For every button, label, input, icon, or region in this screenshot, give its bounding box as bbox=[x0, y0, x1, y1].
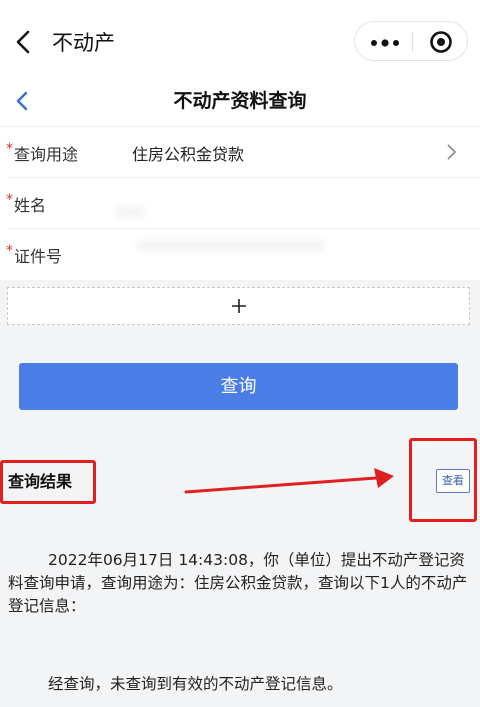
capsule-divider bbox=[412, 32, 413, 52]
required-mark: * bbox=[6, 243, 13, 259]
app-title: 不动产 bbox=[52, 31, 115, 55]
page-header: 不动产资料查询 bbox=[0, 82, 480, 126]
top-bar: 不动产 bbox=[0, 0, 480, 82]
redacted-id bbox=[136, 239, 326, 251]
purpose-label: 查询用途 bbox=[14, 145, 79, 164]
capsule-menu bbox=[354, 21, 468, 61]
query-button[interactable]: 查询 bbox=[19, 363, 458, 410]
id-row[interactable]: * 证件号 bbox=[0, 229, 480, 280]
page-title: 不动产资料查询 bbox=[173, 90, 307, 112]
name-label: 姓名 bbox=[14, 196, 47, 215]
result-description: 2022年06月17日 14:43:08，你（单位）提出不动产登记资料查询申请，… bbox=[8, 551, 468, 615]
more-icon[interactable] bbox=[369, 35, 401, 49]
back-arrow-icon[interactable] bbox=[12, 28, 36, 56]
annotation-box-view bbox=[409, 438, 477, 522]
id-label: 证件号 bbox=[14, 247, 63, 266]
redacted-name bbox=[116, 206, 146, 218]
annotation-arrow bbox=[184, 468, 394, 494]
required-mark: * bbox=[6, 192, 13, 208]
required-mark: * bbox=[6, 141, 13, 157]
query-form: * 查询用途 住房公积金贷款 * 姓名 * 证件号 bbox=[0, 126, 480, 280]
result-conclusion: 经查询，未查询到有效的不动产登记信息。 bbox=[48, 675, 343, 693]
purpose-row[interactable]: * 查询用途 住房公积金贷款 bbox=[0, 127, 480, 178]
name-row[interactable]: * 姓名 bbox=[0, 178, 480, 229]
add-person-button[interactable] bbox=[7, 287, 470, 325]
close-target-icon[interactable] bbox=[429, 30, 453, 54]
purpose-value[interactable]: 住房公积金贷款 bbox=[132, 141, 244, 165]
plus-icon bbox=[230, 297, 248, 315]
chevron-right-icon bbox=[446, 143, 458, 161]
annotation-box-result bbox=[0, 460, 96, 504]
